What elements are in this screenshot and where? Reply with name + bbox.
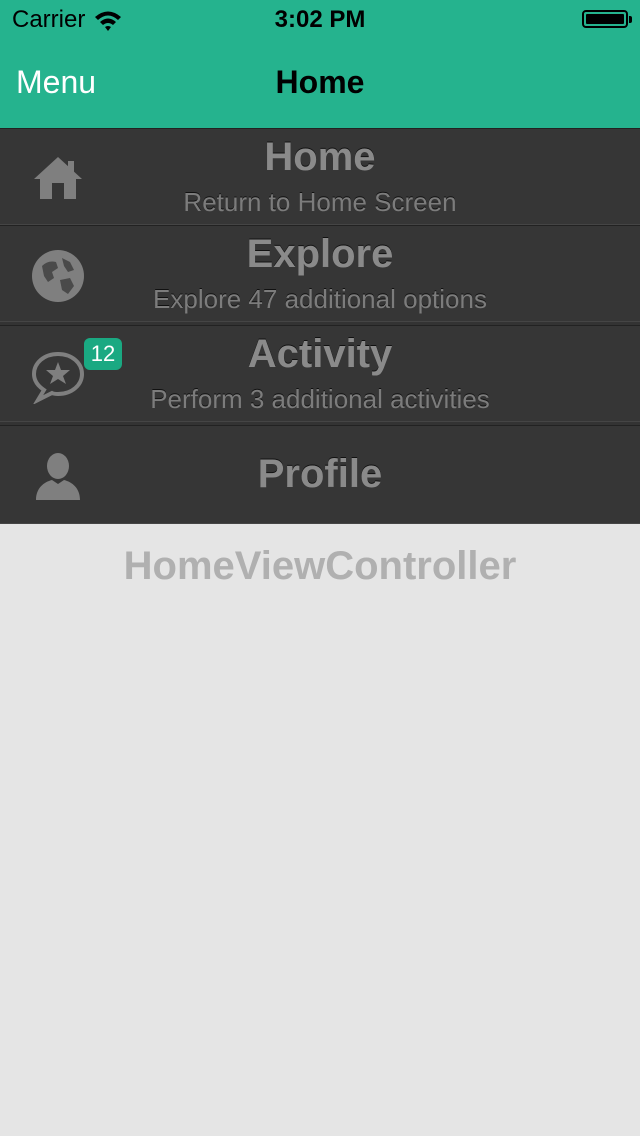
navigation-bar: Menu Home — [0, 40, 640, 128]
menu-item-activity[interactable]: 12 Activity Perform 3 additional activit… — [0, 325, 640, 422]
status-time: 3:02 PM — [274, 6, 366, 33]
menu-item-home[interactable]: Home Return to Home Screen — [0, 128, 640, 225]
menu-item-title: Explore — [246, 232, 394, 276]
menu-item-title: Home — [264, 135, 376, 179]
menu-item-subtitle: Explore 47 additional options — [153, 284, 487, 314]
menu-item-title: Activity — [247, 332, 393, 376]
menu-item-subtitle: Perform 3 additional activities — [150, 384, 490, 414]
top-bar: Carrier 3:02 PM Menu Home — [0, 0, 640, 128]
status-bar: Carrier 3:02 PM — [0, 0, 640, 40]
menu-item-explore[interactable]: Explore Explore 47 additional options — [0, 225, 640, 322]
menu-item-title: Profile — [257, 452, 383, 496]
menu-item-profile[interactable]: Profile — [0, 425, 640, 524]
menu-item-subtitle: Return to Home Screen — [183, 187, 457, 217]
battery-icon — [582, 10, 632, 28]
page-title: Home — [275, 64, 365, 100]
side-menu: Home Return to Home Screen Explore Explo… — [0, 128, 640, 524]
content-label: HomeViewController — [123, 544, 517, 588]
